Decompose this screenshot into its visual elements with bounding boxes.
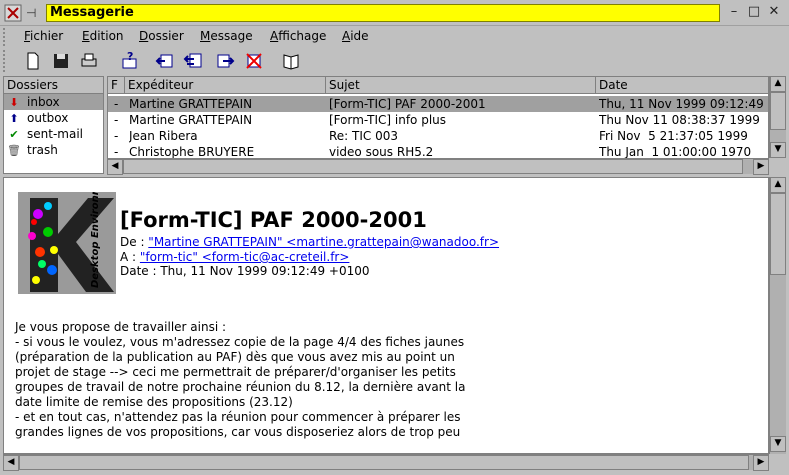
folder-label: inbox <box>27 95 60 109</box>
folder-label: sent-mail <box>27 127 83 141</box>
folder-item-outbox[interactable]: ⬆ outbox <box>4 110 103 126</box>
message-reader: Desktop Environment [Form-TIC] PAF 2000-… <box>3 177 769 454</box>
reply-all-icon[interactable] <box>183 51 203 71</box>
row-flag: - <box>114 129 119 143</box>
message-row[interactable]: - Jean Ribera Re: TIC 003 Fri Nov 5 21:3… <box>108 128 768 144</box>
menu-dossier[interactable]: Dossier <box>139 29 184 43</box>
sent-mail-icon: ✔ <box>9 128 19 141</box>
menu-aide[interactable]: Aide <box>342 29 369 43</box>
scroll-thumb[interactable] <box>770 92 786 130</box>
logo-text: Desktop Environment <box>90 192 101 288</box>
reply-icon[interactable] <box>155 51 175 71</box>
to-link[interactable]: "form-tic" <form-tic@ac-creteil.fr> <box>140 250 350 264</box>
body-line: projet de stage --> ceci me permettrait … <box>15 365 456 379</box>
row-sender: Martine GRATTEPAIN <box>129 97 253 111</box>
column-flag[interactable]: F <box>108 77 125 94</box>
message-subject: [Form-TIC] PAF 2000-2001 <box>120 208 427 232</box>
row-subject: [Form-TIC] PAF 2000-2001 <box>329 97 486 111</box>
get-mail-icon[interactable]: ? <box>120 51 140 71</box>
inbox-icon: ⬇ <box>9 96 19 109</box>
delete-icon[interactable] <box>244 51 264 71</box>
body-line: - si vous le voulez, vous m'adressez cop… <box>15 335 465 349</box>
body-line: Je vous propose de travailler ainsi : <box>15 320 227 334</box>
save-icon[interactable] <box>51 51 71 71</box>
body-line: groupes de travail de notre prochaine ré… <box>15 380 466 394</box>
scroll-left-button[interactable]: ◀ <box>3 455 19 471</box>
folders-header[interactable]: Dossiers <box>4 77 103 94</box>
row-date: Thu Nov 11 08:38:37 1999 <box>599 113 760 127</box>
column-subject[interactable]: Sujet <box>326 77 596 94</box>
scroll-thumb[interactable] <box>770 193 786 275</box>
date-header: Date : Thu, 11 Nov 1999 09:12:49 +0100 <box>120 264 370 278</box>
column-sender[interactable]: Expéditeur <box>125 77 326 94</box>
title-bar: ⊣ Messagerie – □ ✕ <box>0 0 789 26</box>
reader-hscrollbar[interactable]: ◀ ▶ <box>3 454 769 471</box>
message-list-hscrollbar[interactable]: ◀ ▶ <box>107 158 769 175</box>
body-line: - et en tout cas, n'attendez pas la réun… <box>15 410 461 424</box>
window-title: Messagerie <box>46 4 720 22</box>
row-flag: - <box>114 113 119 127</box>
from-label: De : <box>120 235 149 249</box>
menu-message[interactable]: Message <box>200 29 253 43</box>
toolbar-grip[interactable] <box>3 50 7 72</box>
pin-icon[interactable]: ⊣ <box>26 6 36 20</box>
row-subject: [Form-TIC] info plus <box>329 113 447 127</box>
from-header: De : "Martine GRATTEPAIN" <martine.gratt… <box>120 235 499 249</box>
from-link[interactable]: "Martine GRATTEPAIN" <martine.grattepain… <box>148 235 499 249</box>
hscroll-thumb[interactable] <box>123 159 743 174</box>
close-button[interactable]: ✕ <box>766 4 782 20</box>
scroll-down-button[interactable]: ▼ <box>770 436 786 452</box>
outbox-icon: ⬆ <box>9 112 19 125</box>
hscroll-thumb[interactable] <box>19 455 749 470</box>
scroll-left-button[interactable]: ◀ <box>107 159 123 175</box>
folder-item-sent-mail[interactable]: ✔ sent-mail <box>4 126 103 142</box>
row-flag: - <box>114 97 119 111</box>
message-list-scrollbar[interactable]: ▲ ▼ <box>769 76 786 158</box>
menu-edition[interactable]: Edition <box>82 29 124 43</box>
menu-affichage[interactable]: Affichage <box>270 29 326 43</box>
maximize-button[interactable]: □ <box>746 4 762 20</box>
menu-bar: Fichier Edition Dossier Message Affichag… <box>0 26 789 46</box>
scroll-up-button[interactable]: ▲ <box>770 177 786 193</box>
row-date: Fri Nov 5 21:37:05 1999 <box>599 129 748 143</box>
folder-item-trash[interactable]: 🗑 trash <box>4 142 103 158</box>
scroll-up-button[interactable]: ▲ <box>770 76 786 92</box>
body-line: (préparation de la publication au PAF) d… <box>15 350 455 364</box>
scroll-down-button[interactable]: ▼ <box>770 142 786 158</box>
scroll-right-button[interactable]: ▶ <box>753 455 769 471</box>
scroll-right-button[interactable]: ▶ <box>753 159 769 175</box>
kde-logo-image: Desktop Environment <box>18 192 116 294</box>
minimize-button[interactable]: – <box>726 4 742 20</box>
message-row[interactable]: - Martine GRATTEPAIN [Form-TIC] info plu… <box>108 112 768 128</box>
forward-icon[interactable] <box>215 51 235 71</box>
body-line: grandes lignes de vos propositions, car … <box>15 425 461 439</box>
row-sender: Martine GRATTEPAIN <box>129 113 253 127</box>
row-subject: Re: TIC 003 <box>329 129 399 143</box>
folder-item-inbox[interactable]: ⬇ inbox <box>4 94 103 110</box>
message-row[interactable]: - Martine GRATTEPAIN [Form-TIC] PAF 2000… <box>108 96 769 112</box>
to-header: A : "form-tic" <form-tic@ac-creteil.fr> <box>120 250 349 264</box>
body-line: date limite de remise des propositions (… <box>15 395 293 409</box>
trash-icon: 🗑 <box>7 144 21 157</box>
row-sender: Jean Ribera <box>129 129 198 143</box>
to-label: A : <box>120 250 140 264</box>
column-date[interactable]: Date <box>596 77 768 94</box>
row-date: Thu, 11 Nov 1999 09:12:49 +0 <box>599 97 769 111</box>
new-document-icon[interactable] <box>23 51 43 71</box>
address-book-icon[interactable] <box>281 51 301 71</box>
message-list-header: F Expéditeur Sujet Date <box>108 77 768 94</box>
menu-grip[interactable] <box>3 28 7 46</box>
app-menu-icon[interactable] <box>4 4 22 22</box>
menu-fichier[interactable]: Fichier <box>24 29 63 43</box>
toolbar: ? <box>0 48 789 74</box>
folder-label: outbox <box>27 111 69 125</box>
svg-text:?: ? <box>127 51 133 63</box>
folder-label: trash <box>27 143 58 157</box>
folder-pane: Dossiers ⬇ inbox ⬆ outbox ✔ sent-mail 🗑 tras… <box>3 76 104 174</box>
reader-scrollbar[interactable]: ▲ ▼ <box>769 177 786 454</box>
print-icon[interactable] <box>79 51 99 71</box>
